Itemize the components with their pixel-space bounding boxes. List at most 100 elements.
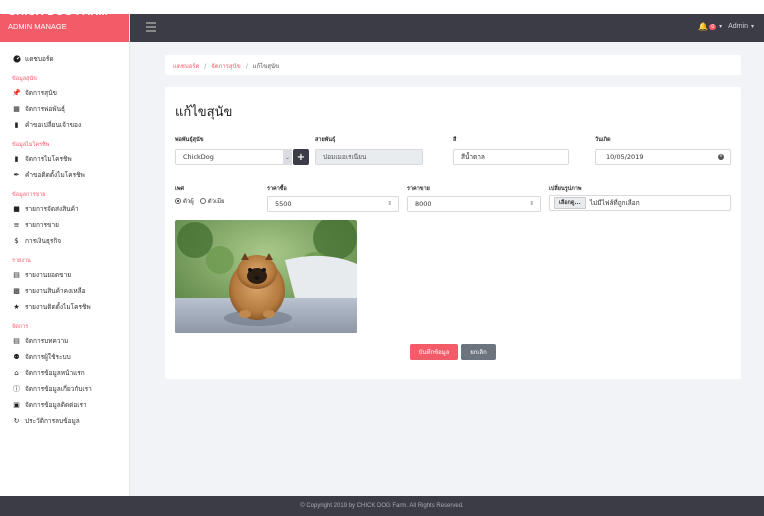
list-icon: ≡ xyxy=(13,221,20,229)
sidebar-item[interactable]: ■ รายการจัดส่งสินค้า xyxy=(0,201,129,217)
dashboard-icon xyxy=(12,55,21,64)
home-icon: ⌂ xyxy=(14,369,19,377)
sidebar-item-label: จัดการสุนัข xyxy=(25,89,57,97)
species-field: ปอมเมอเรเนียน xyxy=(315,149,423,165)
spinner-icon[interactable]: ⇕ xyxy=(529,201,534,207)
breadcrumb-parent[interactable]: จัดการสุนัข xyxy=(211,63,241,70)
dog-photo xyxy=(175,220,357,333)
sidebar-sections: ข้อมูลสุนัข 📌 จัดการสุนัข ▦ จัดการพ่อพันธุ์ ▮… xyxy=(0,67,129,429)
price-label: ราคาขาย xyxy=(407,186,430,192)
thumbtack-icon: 📌 xyxy=(12,89,21,97)
sidebar-item-label: จัดการบทความ xyxy=(25,337,69,345)
sidebar-section-title: ข้อมูลไมโครชิพ xyxy=(12,142,50,148)
chevron-down-icon[interactable]: ▾ xyxy=(719,23,722,30)
breed-select[interactable]: ChickDog xyxy=(175,149,285,165)
color-label: สี xyxy=(453,137,457,143)
image-label: เปลี่ยนรูปภาพ xyxy=(549,186,582,192)
sidebar-item-label: คำขอเปลี่ยนเจ้าของ xyxy=(25,121,82,129)
clear-icon[interactable]: × xyxy=(718,154,724,160)
page-title: แก้ไขสุนัข xyxy=(175,105,233,120)
sidebar-section-title: ข้อมูลสุนัข xyxy=(12,76,37,82)
sidebar-item-label: คำขอติดตั้งไมโครชิพ xyxy=(25,171,85,179)
sidebar-item-label: จัดการข้อมูลเกี่ยวกับเรา xyxy=(25,385,92,393)
sidebar-item[interactable]: ▦ จัดการพ่อพันธุ์ xyxy=(0,101,129,117)
file-status: ไม่มีไฟล์ที่ถูกเลือก xyxy=(589,199,640,207)
sidebar-item-label: แดชบอร์ด xyxy=(25,55,54,63)
breadcrumb-current: แก้ไขสุนัข xyxy=(252,63,280,70)
sidebar-item-label: การเงินธุรกิจ xyxy=(25,237,62,245)
sex-female-radio[interactable] xyxy=(199,198,206,204)
edit-dog-card: แก้ไขสุนัข พ่อพันธุ์สุนัข สายพันธุ์ สี ว… xyxy=(165,87,741,379)
sex-female-label: ตัวเมีย xyxy=(207,198,225,205)
newspaper-icon: ▤ xyxy=(13,337,20,345)
sidebar-item[interactable]: 📌 จัดการสุนัข xyxy=(0,85,129,101)
topbar: 🔔 0 ▾ Admin ▾ xyxy=(0,0,764,42)
brand-subtitle: ADMIN MANAGE xyxy=(8,22,67,31)
menu-toggle-icon[interactable] xyxy=(146,22,156,32)
boxes-icon: ▩ xyxy=(13,287,20,295)
sidebar-item-label: จัดการพ่อพันธุ์ xyxy=(25,105,65,113)
syringe-icon: ✒ xyxy=(13,171,20,179)
breadcrumb-home[interactable]: แดชบอร์ด xyxy=(173,63,199,70)
birthdate-field[interactable]: 10/05/2019 × xyxy=(595,149,731,165)
chevron-down-icon[interactable]: ⌄ xyxy=(283,149,292,165)
sidebar-item[interactable]: ⓘ จัดการข้อมูลเกี่ยวกับเรา xyxy=(0,381,129,397)
dollar-icon: $ xyxy=(14,237,19,245)
cost-label: ราคาซื้อ xyxy=(267,186,287,192)
sidebar-item[interactable]: ⚉ จัดการผู้ใช้ระบบ xyxy=(0,349,129,365)
sidebar-item-label: รายงานติดตั้งไมโครชิพ xyxy=(25,303,91,311)
chevron-down-icon[interactable]: ▾ xyxy=(751,23,754,30)
sidebar-item[interactable]: ▤ รายงานยอดขาย xyxy=(0,267,129,283)
sidebar-item-label: จัดการไมโครชิพ xyxy=(25,155,72,163)
sidebar-item[interactable]: ⌂ จัดการข้อมูลหน้าแรก xyxy=(0,365,129,381)
sidebar-item-label: รายการขาย xyxy=(25,221,59,229)
image-file-input[interactable]: เลือกดู... ไม่มีไฟล์ที่ถูกเลือก xyxy=(549,195,731,211)
building-icon: ▦ xyxy=(13,105,20,113)
sidebar-item[interactable]: ▤ จัดการบทความ xyxy=(0,333,129,349)
birthdate-value: 10/05/2019 xyxy=(606,153,644,161)
chip-icon: ▮ xyxy=(14,155,19,163)
color-field[interactable]: สีน้ำตาล xyxy=(453,149,569,165)
breadcrumb: แดชบอร์ด / จัดการสุนัข / แก้ไขสุนัข xyxy=(165,55,741,75)
user-menu[interactable]: Admin xyxy=(728,23,748,30)
sex-male-radio[interactable] xyxy=(175,198,181,204)
browse-button[interactable]: เลือกดู... xyxy=(554,197,586,209)
sex-label: เพศ xyxy=(175,186,184,192)
sex-radio-group: ตัวผู้ ตัวเมีย xyxy=(175,196,225,206)
sidebar-item[interactable]: ▩ รายงานสินค้าคงเหลือ xyxy=(0,283,129,299)
sidebar-item[interactable]: ↻ ประวัติการลบข้อมูล xyxy=(0,413,129,429)
sidebar-section-title: ข้อมูลการขาย xyxy=(12,192,46,198)
sidebar-item[interactable]: $ การเงินธุรกิจ xyxy=(0,233,129,249)
topbar-right: 🔔 0 ▾ Admin ▾ xyxy=(698,22,754,31)
birthdate-label: วันเกิด xyxy=(595,137,611,143)
star-icon: ★ xyxy=(13,303,20,311)
sidebar-item-label: จัดการผู้ใช้ระบบ xyxy=(25,353,71,361)
price-input[interactable]: 8000 ⇕ xyxy=(407,196,541,212)
add-breed-button[interactable]: + xyxy=(293,149,309,165)
footer: © Copyright 2019 by CHICK DOG Farm. All … xyxy=(0,496,764,516)
sidebar-section-title: จัดการ xyxy=(12,324,29,330)
sidebar-section-title: รายงาน xyxy=(12,258,31,264)
truck-icon: ■ xyxy=(13,205,20,213)
spinner-icon[interactable]: ⇕ xyxy=(387,201,392,207)
sidebar-item[interactable]: ▣ จัดการข้อมูลติดต่อเรา xyxy=(0,397,129,413)
sidebar-item-dashboard[interactable]: แดชบอร์ด xyxy=(0,51,129,67)
sidebar-item-label: รายงานสินค้าคงเหลือ xyxy=(25,287,86,295)
sidebar-item[interactable]: ≡ รายการขาย xyxy=(0,217,129,233)
sidebar-item-label: รายงานยอดขาย xyxy=(25,271,72,279)
sidebar-item-label: ประวัติการลบข้อมูล xyxy=(25,417,80,425)
cancel-button[interactable]: ยกเลิก xyxy=(461,344,496,360)
sidebar-item[interactable]: ✒ คำขอติดตั้งไมโครชิพ xyxy=(0,167,129,183)
history-icon: ↻ xyxy=(13,417,20,425)
sidebar-item[interactable]: ★ รายงานติดตั้งไมโครชิพ xyxy=(0,299,129,315)
sidebar-item-label: รายการจัดส่งสินค้า xyxy=(25,205,79,213)
sidebar-item[interactable]: ▮ จัดการไมโครชิพ xyxy=(0,151,129,167)
save-button[interactable]: บันทึกข้อมูล xyxy=(410,344,458,360)
sidebar: CHICK DOG FARM ADMIN MANAGE แดชบอร์ด ข้อ… xyxy=(0,0,130,516)
contact-card-icon: ▣ xyxy=(13,401,20,409)
breed-label: พ่อพันธุ์สุนัข xyxy=(175,137,204,143)
bell-icon[interactable]: 🔔 xyxy=(698,22,708,31)
cost-value: 5500 xyxy=(275,200,292,208)
sidebar-item[interactable]: ▮ คำขอเปลี่ยนเจ้าของ xyxy=(0,117,129,133)
cost-input[interactable]: 5500 ⇕ xyxy=(267,196,399,212)
